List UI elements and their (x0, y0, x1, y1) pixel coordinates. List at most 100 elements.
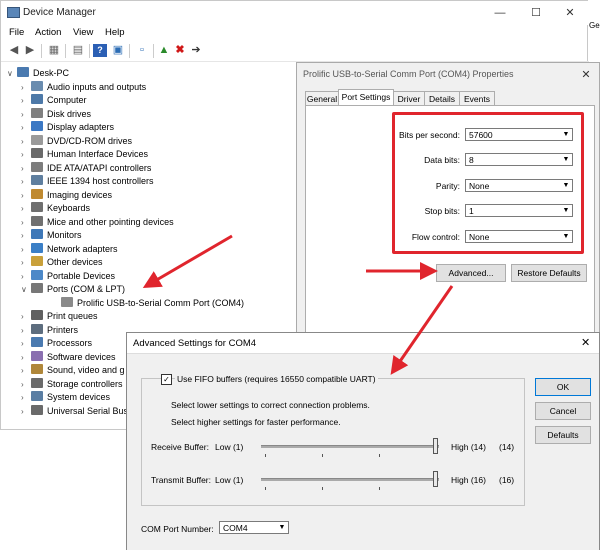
chevron-right-icon[interactable]: › (21, 256, 31, 269)
advanced-button[interactable]: Advanced... (436, 264, 506, 282)
chevron-right-icon[interactable]: › (21, 135, 31, 148)
close-icon[interactable]: ✕ (557, 5, 583, 21)
chevron-right-icon[interactable]: › (21, 175, 31, 188)
update-driver-icon[interactable]: ▲ (157, 44, 171, 57)
transmit-slider-thumb[interactable] (433, 471, 438, 487)
tree-item[interactable]: › Network adapters (21, 242, 118, 256)
chevron-right-icon[interactable]: › (21, 189, 31, 202)
hint-higher: Select higher settings for faster perfor… (171, 417, 341, 427)
properties-icon[interactable]: ▤ (71, 44, 85, 57)
ok-button[interactable]: OK (535, 378, 591, 396)
tab-events[interactable]: Events (459, 91, 495, 106)
menu-action[interactable]: Action (35, 27, 61, 38)
tab-details[interactable]: Details (424, 91, 460, 106)
tree-item[interactable]: › Monitors (21, 229, 82, 242)
tree-item[interactable]: › Computer (21, 94, 87, 107)
download-icon[interactable]: ➔ (189, 44, 203, 57)
tree-item[interactable]: › Audio inputs and outputs (21, 80, 146, 94)
tree-item[interactable]: › Display adapters (21, 121, 114, 134)
tree-view-icon[interactable]: ▦ (47, 44, 61, 57)
tree-item[interactable]: › Universal Serial Bus (21, 404, 128, 418)
tree-item[interactable]: › Sound, video and g (21, 364, 125, 377)
chevron-down-icon[interactable]: ∨ (21, 283, 31, 296)
tree-item[interactable]: ∨ Ports (COM & LPT) (21, 283, 125, 296)
chevron-right-icon[interactable]: › (21, 337, 31, 350)
defaults-button[interactable]: Defaults (535, 426, 591, 444)
tree-item[interactable]: Prolific USB-to-Serial Comm Port (COM4) (51, 296, 244, 310)
device-icon (31, 242, 43, 253)
tab-driver[interactable]: Driver (393, 91, 425, 106)
tree-item[interactable]: › Imaging devices (21, 188, 112, 202)
chevron-right-icon[interactable]: › (21, 121, 31, 134)
forward-icon[interactable]: ▶ (23, 44, 37, 57)
tree-item[interactable]: › Processors (21, 337, 92, 350)
scan-hardware-icon[interactable]: ▫ (135, 44, 149, 57)
tree-item[interactable]: › Mice and other pointing devices (21, 215, 174, 229)
resources-icon[interactable]: ▣ (111, 44, 125, 57)
chevron-right-icon[interactable]: › (21, 229, 31, 242)
receive-buffer-label: Receive Buffer: (151, 442, 209, 452)
receive-slider-thumb[interactable] (433, 438, 438, 454)
maximize-icon[interactable]: ☐ (523, 5, 549, 21)
device-icon (31, 80, 43, 91)
menu-file[interactable]: File (9, 27, 24, 38)
tree-item[interactable]: › Keyboards (21, 202, 90, 215)
fifo-checkbox[interactable]: ✓ (161, 374, 172, 385)
device-icon (31, 175, 43, 185)
device-icon (31, 94, 43, 104)
restore-defaults-button[interactable]: Restore Defaults (511, 264, 587, 282)
chevron-right-icon[interactable]: › (21, 270, 31, 283)
chevron-right-icon[interactable]: › (21, 162, 31, 175)
transmit-low-label: Low (1) (215, 475, 244, 485)
receive-value: (14) (499, 442, 515, 452)
tree-label: System devices (47, 392, 111, 402)
com-port-value: COM4 (223, 523, 248, 533)
advanced-body: ✓ Use FIFO buffers (requires 16550 compa… (127, 354, 599, 550)
chevron-right-icon[interactable]: › (21, 324, 31, 337)
tree-item[interactable]: › Portable Devices (21, 269, 116, 283)
advanced-close-icon[interactable]: ✕ (581, 336, 590, 349)
tree-item[interactable]: › Print queues (21, 310, 98, 323)
properties-title: Prolific USB-to-Serial Comm Port (COM4) … (303, 69, 514, 79)
uninstall-icon[interactable]: ✖ (173, 44, 187, 57)
properties-close-icon[interactable]: ✕ (573, 67, 599, 83)
chevron-right-icon[interactable]: › (21, 202, 31, 215)
menu-help[interactable]: Help (105, 27, 125, 38)
chevron-down-icon[interactable]: ∨ (7, 67, 17, 80)
chevron-right-icon[interactable]: › (21, 81, 31, 94)
chevron-right-icon[interactable]: › (21, 243, 31, 256)
minimize-icon[interactable]: — (487, 5, 513, 21)
device-icon (31, 107, 43, 118)
device-icon (31, 337, 43, 347)
tree-item[interactable]: › Other devices (21, 256, 103, 269)
tree-item[interactable]: › Human Interface Devices (21, 148, 148, 161)
help-icon[interactable]: ? (93, 44, 107, 57)
tree-label: Storage controllers (47, 378, 123, 389)
chevron-right-icon[interactable]: › (21, 391, 31, 404)
device-icon (31, 350, 43, 361)
back-icon[interactable]: ◀ (7, 44, 21, 57)
menu-view[interactable]: View (73, 27, 93, 38)
tree-item[interactable]: › IEEE 1394 host controllers (21, 175, 154, 188)
com-port-select[interactable]: COM4 ▼ (219, 521, 289, 534)
chevron-right-icon[interactable]: › (21, 378, 31, 391)
tree-item[interactable]: › DVD/CD-ROM drives (21, 134, 132, 148)
chevron-right-icon[interactable]: › (21, 216, 31, 229)
chevron-right-icon[interactable]: › (21, 405, 31, 418)
cancel-button[interactable]: Cancel (535, 402, 591, 420)
tree-item[interactable]: › Printers (21, 323, 78, 337)
tree-item[interactable]: › System devices (21, 391, 110, 404)
chevron-right-icon[interactable]: › (21, 94, 31, 107)
tree-item[interactable]: › Software devices (21, 350, 116, 364)
chevron-right-icon[interactable]: › (21, 364, 31, 377)
tree-label: Portable Devices (47, 270, 116, 281)
tree-item[interactable]: › Disk drives (21, 107, 91, 121)
tree-item[interactable]: › IDE ATA/ATAPI controllers (21, 161, 151, 175)
chevron-right-icon[interactable]: › (21, 148, 31, 161)
chevron-right-icon[interactable]: › (21, 351, 31, 364)
chevron-right-icon[interactable]: › (21, 108, 31, 121)
tree-item[interactable]: › Storage controllers (21, 377, 123, 391)
chevron-right-icon[interactable]: › (21, 310, 31, 323)
tree-root[interactable]: ∨ Desk-PC (7, 67, 69, 80)
tab-general[interactable]: General (305, 91, 339, 106)
